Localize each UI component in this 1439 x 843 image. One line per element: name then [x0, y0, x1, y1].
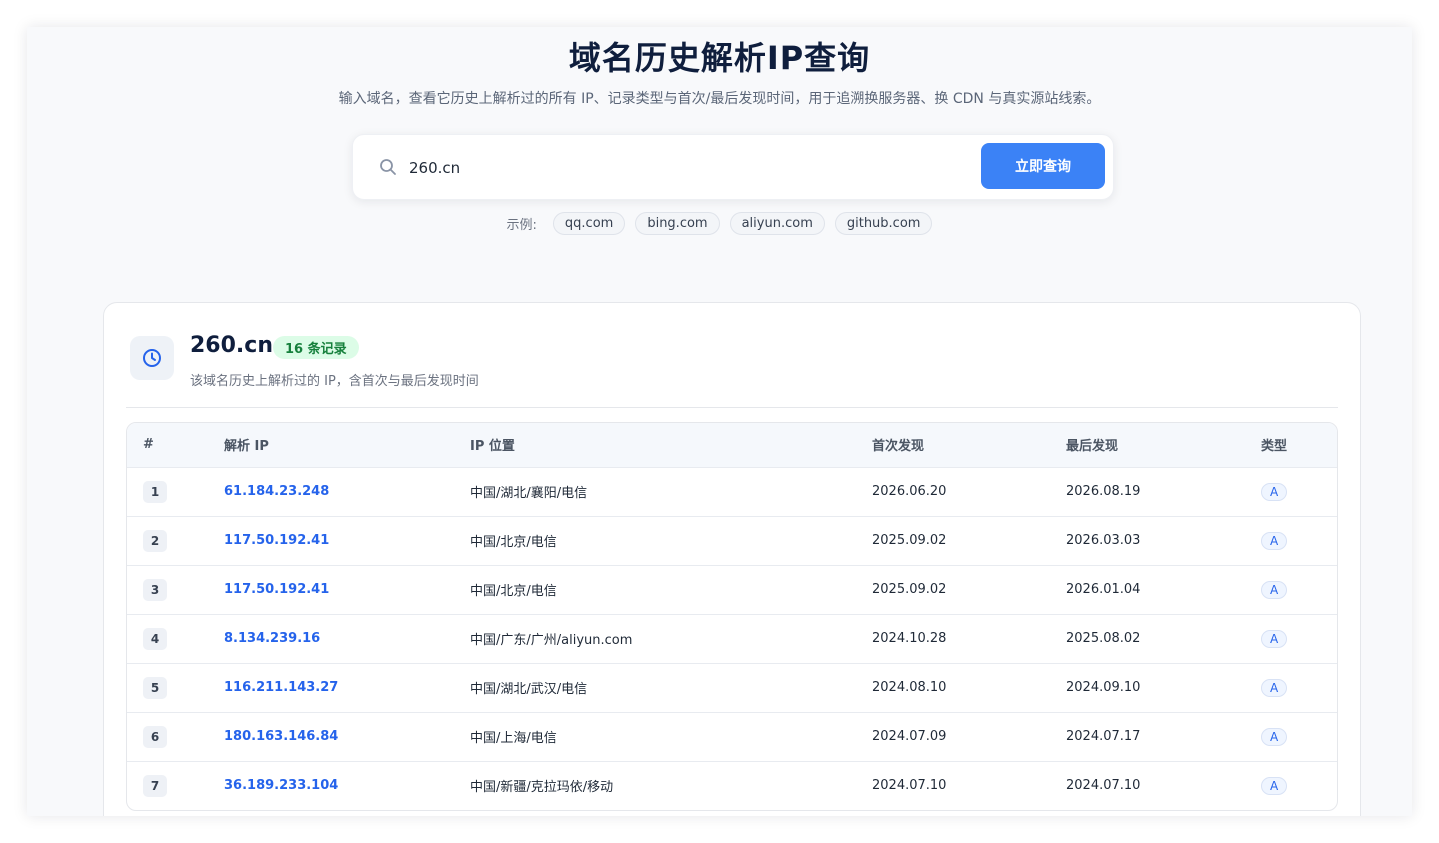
row-number: 5 — [143, 676, 167, 699]
column-header-location: IP 位置 — [470, 439, 515, 455]
ip-link[interactable]: 180.163.146.84 — [224, 729, 338, 744]
column-header-num: # — [143, 437, 154, 453]
records-table: # 解析 IP IP 位置 首次发现 最后发现 类型 1 61.184.23.2… — [127, 423, 1337, 810]
row-number: 4 — [143, 627, 167, 650]
examples-row: 示例: qq.com bing.com aliyun.com github.co… — [27, 212, 1412, 235]
last-seen: 2026.03.03 — [1066, 533, 1141, 548]
first-seen: 2024.07.10 — [872, 778, 947, 794]
table-row: 2 117.50.192.41 中国/北京/电信 2025.09.02 2026… — [127, 516, 1337, 565]
record-type-badge: A — [1261, 531, 1288, 550]
record-count-badge: 16 条记录 — [273, 336, 359, 359]
record-type-badge: A — [1261, 482, 1288, 501]
row-number: 6 — [143, 725, 167, 748]
ip-link[interactable]: 117.50.192.41 — [224, 582, 329, 597]
result-card: 260.cn 16 条记录 该域名历史上解析过的 IP，含首次与最后发现时间 #… — [103, 302, 1361, 816]
app-frame: 域名历史解析IP查询 输入域名，查看它历史上解析过的所有 IP、记录类型与首次/… — [27, 27, 1412, 816]
ip-location: 中国/上海/电信 — [470, 731, 557, 746]
row-number: 3 — [143, 578, 167, 601]
result-description: 该域名历史上解析过的 IP，含首次与最后发现时间 — [190, 374, 479, 389]
last-seen: 2026.08.19 — [1066, 484, 1141, 499]
column-header-last-seen: 最后发现 — [1066, 439, 1119, 455]
result-domain: 260.cn — [190, 333, 273, 358]
record-type-badge: A — [1261, 629, 1288, 648]
column-header-ip: 解析 IP — [224, 439, 269, 455]
clock-icon — [143, 349, 161, 367]
last-seen: 2024.07.10 — [1066, 778, 1141, 794]
page-title: 域名历史解析IP查询 — [568, 39, 871, 77]
last-seen: 2025.08.02 — [1066, 631, 1141, 646]
column-header-type: 类型 — [1261, 439, 1288, 455]
example-chip[interactable]: bing.com — [635, 212, 720, 235]
table-row: 3 117.50.192.41 中国/北京/电信 2025.09.02 2026… — [127, 565, 1337, 614]
table-row: 6 180.163.146.84 中国/上海/电信 2024.07.09 202… — [127, 712, 1337, 761]
examples-label: 示例: — [506, 218, 537, 233]
ip-location: 中国/新疆/克拉玛依/移动 — [470, 780, 614, 796]
ip-location: 中国/湖北/襄阳/电信 — [470, 486, 588, 501]
row-number: 7 — [143, 774, 167, 797]
column-header-first-seen: 首次发现 — [872, 439, 925, 455]
ip-link[interactable]: 116.211.143.27 — [224, 680, 338, 695]
clock-icon-box — [130, 336, 174, 380]
divider — [126, 407, 1338, 408]
record-type-badge: A — [1261, 580, 1288, 599]
row-number: 1 — [143, 480, 167, 503]
search-button[interactable]: 立即查询 — [981, 143, 1105, 189]
last-seen: 2026.01.04 — [1066, 582, 1141, 597]
first-seen: 2024.07.09 — [872, 729, 947, 744]
ip-link[interactable]: 36.189.233.104 — [224, 778, 338, 793]
example-chip[interactable]: github.com — [834, 212, 933, 235]
ip-location: 中国/北京/电信 — [470, 584, 557, 599]
ip-link[interactable]: 117.50.192.41 — [224, 533, 329, 548]
record-type-badge: A — [1261, 776, 1288, 795]
record-type-badge: A — [1261, 727, 1288, 746]
first-seen: 2025.09.02 — [872, 533, 947, 548]
last-seen: 2024.09.10 — [1066, 680, 1141, 695]
ip-link[interactable]: 8.134.239.16 — [224, 631, 320, 646]
table-header-row: # 解析 IP IP 位置 首次发现 最后发现 类型 — [127, 423, 1337, 467]
page-subtitle: 输入域名，查看它历史上解析过的所有 IP、记录类型与首次/最后发现时间，用于追溯… — [338, 91, 1101, 107]
table-row: 4 8.134.239.16 中国/广东/广州/aliyun.com 2024.… — [127, 614, 1337, 663]
row-number: 2 — [143, 529, 167, 552]
example-chip[interactable]: qq.com — [552, 212, 626, 235]
first-seen: 2024.10.28 — [872, 631, 947, 646]
table-row: 1 61.184.23.248 中国/湖北/襄阳/电信 2026.06.20 2… — [127, 467, 1337, 516]
table-row: 5 116.211.143.27 中国/湖北/武汉/电信 2024.08.10 … — [127, 663, 1337, 712]
first-seen: 2025.09.02 — [872, 582, 947, 597]
search-box: 立即查询 — [352, 134, 1114, 200]
last-seen: 2024.07.17 — [1066, 729, 1141, 744]
record-type-badge: A — [1261, 678, 1288, 697]
example-chip[interactable]: aliyun.com — [729, 212, 825, 235]
first-seen: 2024.08.10 — [872, 680, 947, 695]
records-table-wrap: # 解析 IP IP 位置 首次发现 最后发现 类型 1 61.184.23.2… — [126, 422, 1338, 811]
ip-location: 中国/北京/电信 — [470, 535, 557, 550]
search-icon — [379, 158, 397, 176]
ip-location: 中国/广东/广州/aliyun.com — [470, 633, 633, 648]
ip-location: 中国/湖北/武汉/电信 — [470, 682, 588, 697]
table-row: 7 36.189.233.104 中国/新疆/克拉玛依/移动 2024.07.1… — [127, 761, 1337, 810]
first-seen: 2026.06.20 — [872, 484, 947, 499]
search-input[interactable] — [407, 151, 971, 185]
ip-link[interactable]: 61.184.23.248 — [224, 484, 329, 499]
